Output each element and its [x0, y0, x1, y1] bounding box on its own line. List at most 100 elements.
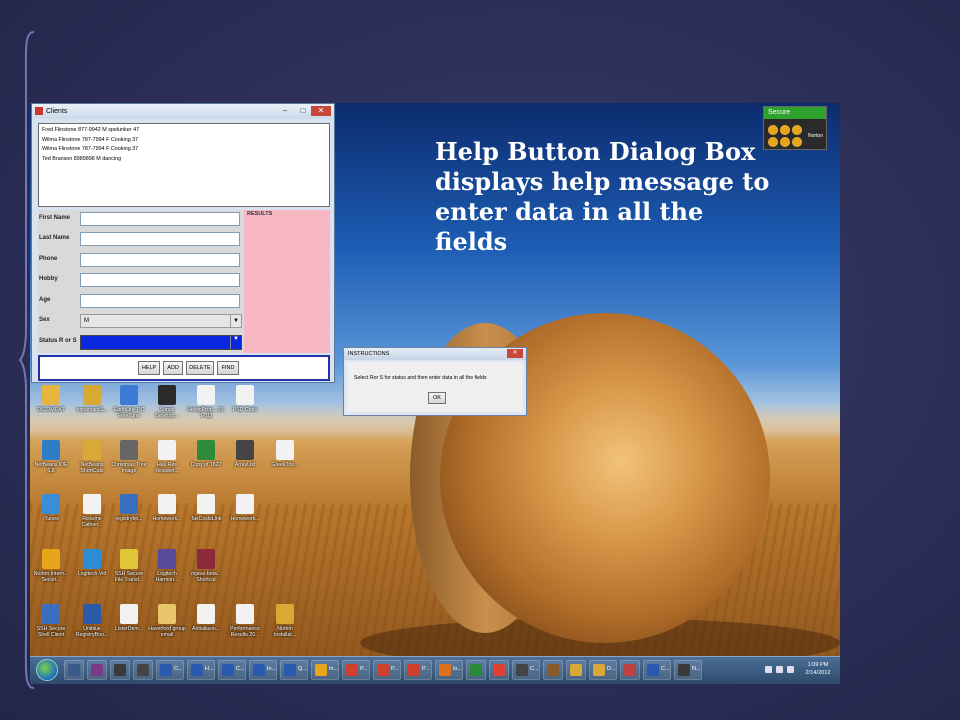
taskbar-button[interactable]	[543, 660, 563, 680]
taskbar-button[interactable]	[489, 660, 509, 680]
taskbar-button[interactable]: P...	[373, 660, 401, 680]
taskbar-clock[interactable]: 1:09 PM 2/14/2012	[798, 661, 838, 677]
desktop-shortcut[interactable]: DICOMDAT	[32, 385, 70, 413]
dialog-titlebar[interactable]: INSTRUCTIONS ✕	[344, 348, 526, 360]
desktop-shortcut[interactable]: Antialiasin...	[187, 604, 225, 632]
taskbar-button[interactable]	[566, 660, 586, 680]
maximize-button[interactable]: □	[296, 106, 310, 116]
desktop-shortcut[interactable]: Hav Res Residen...	[148, 440, 186, 474]
taskbar-button[interactable]	[87, 660, 107, 680]
sex-select[interactable]: M ▼	[80, 314, 242, 328]
clients-window[interactable]: Clients – □ ✕ Fred Flinstone 877-9942 M …	[31, 103, 335, 383]
desktop-shortcut[interactable]: Homework...	[226, 494, 264, 522]
caption-line: displays help message to	[435, 167, 770, 196]
shortcut-label: Homework...	[152, 516, 182, 522]
add-button[interactable]: ADD	[163, 361, 183, 375]
desktop-shortcut[interactable]: expandedS...	[73, 385, 111, 413]
delete-button[interactable]: DELETE	[186, 361, 214, 375]
desktop-shortcut[interactable]: NetBeans ShortCuts	[73, 440, 111, 474]
taskbar-button[interactable]: P...	[342, 660, 370, 680]
taskbar-button[interactable]: C...	[512, 660, 540, 680]
desktop-shortcut[interactable]: EarthLink PC FineTune	[110, 385, 148, 419]
desktop-shortcut[interactable]: TaxCostsLink	[187, 494, 225, 522]
status-select[interactable]: ▼	[80, 335, 242, 350]
taskbar-button[interactable]: In...	[249, 660, 277, 680]
norton-status-icon	[780, 125, 790, 135]
desktop-shortcut[interactable]: Norton Intern... Securi...	[32, 549, 70, 583]
desktop-shortcut[interactable]: registrybo...	[110, 494, 148, 522]
list-item[interactable]: Wilma Flinstone 787-7994 F Cooking 37	[42, 145, 326, 155]
taskbar-button[interactable]: C...	[643, 660, 671, 680]
desktop-shortcut[interactable]: Christmas Tree Image	[110, 440, 148, 474]
taskbar-button[interactable]: C...	[156, 660, 184, 680]
instructions-dialog[interactable]: INSTRUCTIONS ✕ Select Ror S for status a…	[343, 347, 527, 416]
taskbar-app-icon	[68, 664, 80, 676]
desktop-shortcut[interactable]: drjava-beta... Shortcut	[187, 549, 225, 583]
norton-gadget[interactable]: Secure Norton	[763, 106, 827, 150]
desktop-shortcut[interactable]: SSH Secure Shell Client	[32, 604, 70, 638]
taskbar-button[interactable]	[110, 660, 130, 680]
shortcut-label: Antialiasin...	[192, 626, 220, 632]
close-button[interactable]: ✕	[311, 106, 331, 116]
taskbar-button[interactable]: In...	[311, 660, 339, 680]
hobby-field[interactable]	[80, 273, 240, 287]
sex-row: Sex M ▼	[38, 312, 242, 331]
desktop-shortcut[interactable]: Homework...	[148, 494, 186, 522]
taskbar-button[interactable]	[64, 660, 84, 680]
shortcut-icon	[42, 494, 60, 514]
desktop-shortcut[interactable]: ArrayList	[226, 440, 264, 468]
desktop-shortcut[interactable]: GreekTrip...	[266, 440, 304, 468]
taskbar-app-icon	[570, 664, 582, 676]
minimize-button[interactable]: –	[278, 106, 292, 116]
desktop-shortcut[interactable]: Logitech Harmon...	[148, 549, 186, 583]
desktop-shortcut[interactable]: iTunes	[32, 494, 70, 522]
client-records-list[interactable]: Fred Flinstone 877-9942 M spelunker 47 W…	[38, 123, 330, 207]
chevron-down-icon[interactable]: ▼	[230, 315, 241, 327]
taskbar-button[interactable]	[620, 660, 640, 680]
norton-status-icon	[792, 125, 802, 135]
desktop-shortcut[interactable]: NetBeans IDE 6.8	[32, 440, 70, 474]
desktop-shortcut[interactable]: Sonos Desktop...	[148, 385, 186, 419]
desktop-shortcut[interactable]: Uniblue RegistryBoo...	[73, 604, 111, 638]
tray-network-icon[interactable]	[776, 666, 783, 673]
desktop-shortcut[interactable]: PSD Code	[226, 385, 264, 413]
taskbar-button[interactable]: D...	[589, 660, 617, 680]
chevron-down-icon[interactable]: ▼	[230, 336, 241, 349]
desktop-shortcut[interactable]: Copy of 1827	[187, 440, 225, 468]
taskbar-button[interactable]: P...	[404, 660, 432, 680]
taskbar-button[interactable]: N...	[674, 660, 702, 680]
desktop-shortcut[interactable]: HelwgProp... (9-1-11)	[187, 385, 225, 419]
shortcut-icon	[158, 440, 176, 460]
taskbar-button[interactable]	[466, 660, 486, 680]
desktop-shortcut[interactable]: Haverford group email	[148, 604, 186, 638]
desktop-shortcut[interactable]: Resume Cathen...	[73, 494, 111, 528]
window-titlebar[interactable]: Clients – □ ✕	[32, 104, 334, 119]
tray-volume-icon[interactable]	[787, 666, 794, 673]
taskbar-button[interactable]: lo...	[435, 660, 463, 680]
shortcut-label: NetBeans ShortCuts	[80, 462, 104, 474]
dialog-close-button[interactable]: ✕	[507, 349, 523, 358]
start-button[interactable]	[36, 659, 58, 681]
taskbar-button[interactable]: H...	[187, 660, 215, 680]
find-button[interactable]: FIND	[217, 361, 239, 375]
desktop-shortcut[interactable]: Logitech Vid	[73, 549, 111, 577]
desktop-shortcut[interactable]: ListerDem...	[110, 604, 148, 632]
first-name-label: First Name	[39, 215, 71, 221]
list-item[interactable]: Ted Branson 8989898 M dancing	[42, 155, 326, 165]
tray-flag-icon[interactable]	[765, 666, 772, 673]
list-item[interactable]: Fred Flinstone 877-9942 M spelunker 47	[42, 126, 326, 136]
list-item[interactable]: Wilma Flinstone 787-7994 F Cooking 37	[42, 136, 326, 146]
ok-button[interactable]: OK	[428, 392, 446, 404]
taskbar-button[interactable]: Q...	[280, 660, 308, 680]
first-name-field[interactable]	[80, 212, 240, 226]
help-button[interactable]: HELP	[138, 361, 160, 375]
desktop-shortcut[interactable]: Norton Installat...	[266, 604, 304, 638]
last-name-field[interactable]	[80, 232, 240, 246]
phone-field[interactable]	[80, 253, 240, 267]
taskbar-button[interactable]: C...	[218, 660, 246, 680]
desktop-shortcut[interactable]: SSH Secure File Transf...	[110, 549, 148, 583]
taskbar-button[interactable]	[133, 660, 153, 680]
age-field[interactable]	[80, 294, 240, 308]
desktop-shortcut[interactable]: Performance Results 20...	[226, 604, 264, 638]
taskbar-button-label: In...	[329, 666, 339, 672]
